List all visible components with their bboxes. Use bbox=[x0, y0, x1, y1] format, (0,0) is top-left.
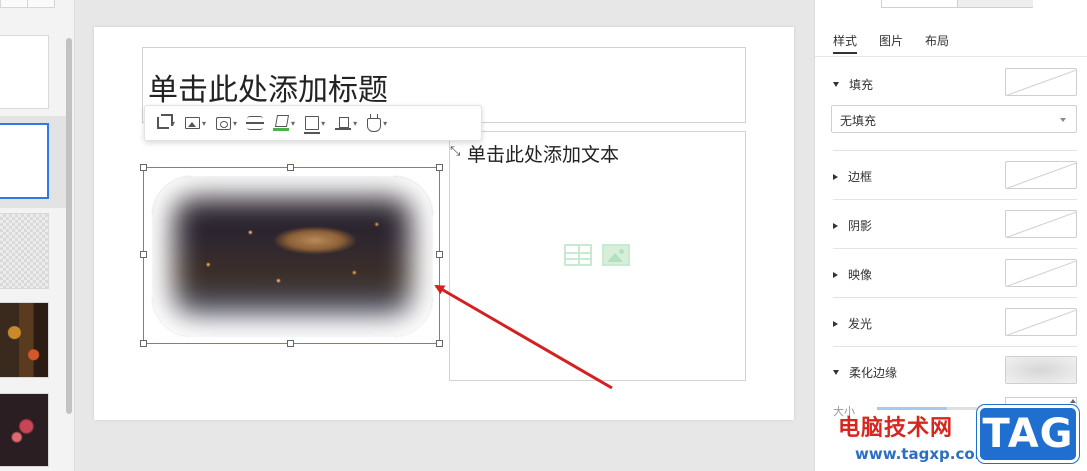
slide-thumbnail[interactable] bbox=[0, 302, 49, 378]
flip-button[interactable] bbox=[246, 111, 265, 135]
watermark-url: www.tagxp.com bbox=[855, 445, 991, 463]
align-button[interactable]: ▾ bbox=[335, 111, 357, 135]
properties-panel: 样式 图片 布局 填充 无填充 边框 阴影 映像 发光 柔化边缘 大小 60磅 bbox=[814, 0, 1087, 471]
fill-type-value: 无填充 bbox=[840, 114, 877, 128]
divider bbox=[833, 199, 1077, 200]
reflection-section-header[interactable]: 映像 bbox=[833, 266, 872, 283]
resize-anchor-icon: ⤡ bbox=[450, 144, 461, 159]
resize-handle-bottom-left[interactable] bbox=[140, 340, 147, 347]
outline-color-button[interactable]: ▾ bbox=[273, 111, 295, 135]
selected-image[interactable] bbox=[143, 167, 440, 344]
caret-down-icon bbox=[833, 370, 839, 375]
tab-layout[interactable]: 布局 bbox=[925, 32, 949, 54]
insert-picture-icon[interactable] bbox=[602, 244, 630, 266]
resize-handle-left[interactable] bbox=[140, 251, 147, 258]
tab-picture[interactable]: 图片 bbox=[879, 32, 903, 54]
flip-icon bbox=[246, 116, 265, 130]
resize-handle-bottom-right[interactable] bbox=[436, 340, 443, 347]
crop-button[interactable]: ▾ bbox=[157, 111, 175, 135]
panel-tabs: 样式 图片 布局 bbox=[833, 32, 971, 54]
border-button[interactable]: ▾ bbox=[304, 111, 326, 135]
slide-thumbnail[interactable] bbox=[0, 213, 49, 289]
divider bbox=[833, 150, 1077, 151]
change-picture-icon bbox=[216, 116, 232, 130]
chevron-down-icon bbox=[1060, 118, 1066, 122]
resize-handle-top-left[interactable] bbox=[140, 164, 147, 171]
resize-handle-right[interactable] bbox=[436, 251, 443, 258]
segment-left[interactable] bbox=[882, 0, 958, 7]
glow-swatch[interactable] bbox=[1005, 308, 1077, 336]
soft-edges-section-header[interactable]: 柔化边缘 bbox=[833, 364, 897, 381]
caret-down-icon bbox=[833, 82, 839, 87]
caret-right-icon bbox=[833, 320, 838, 327]
thumbnail-scrollbar[interactable] bbox=[66, 38, 72, 414]
fill-label: 填充 bbox=[849, 78, 874, 92]
watermark-tag-logo: TAG bbox=[977, 405, 1079, 463]
shadow-section-header[interactable]: 阴影 bbox=[833, 217, 872, 234]
divider bbox=[833, 248, 1077, 249]
title-placeholder-text[interactable]: 单击此处添加标题 bbox=[148, 65, 388, 109]
divider bbox=[27, 0, 28, 7]
soft-edges-preview[interactable] bbox=[1005, 356, 1077, 384]
spin-up-icon[interactable] bbox=[1070, 399, 1076, 403]
fill-color-swatch[interactable] bbox=[1005, 68, 1077, 96]
picture-button[interactable]: ▾ bbox=[185, 111, 206, 135]
watermark-site-name: 电脑技术网 bbox=[838, 416, 954, 441]
soft-edges-label: 柔化边缘 bbox=[849, 366, 898, 380]
caret-right-icon bbox=[833, 222, 838, 229]
insert-table-icon[interactable] bbox=[564, 244, 592, 266]
reflection-label: 映像 bbox=[848, 268, 873, 282]
chevron-down-icon: ▾ bbox=[383, 118, 388, 128]
shadow-swatch[interactable] bbox=[1005, 210, 1077, 238]
content-placeholder-text[interactable]: 单击此处添加文本 bbox=[467, 140, 619, 167]
reflection-swatch[interactable] bbox=[1005, 259, 1077, 287]
border-label: 边框 bbox=[848, 170, 873, 184]
chevron-down-icon: ▾ bbox=[233, 118, 238, 128]
caret-right-icon bbox=[833, 173, 838, 180]
resize-handle-bottom[interactable] bbox=[287, 340, 294, 347]
chevron-down-icon: ▾ bbox=[353, 118, 358, 128]
resize-handle-top-right[interactable] bbox=[436, 164, 443, 171]
chevron-down-icon: ▾ bbox=[291, 118, 296, 128]
fill-section-header[interactable]: 填充 bbox=[833, 76, 873, 93]
border-section-header[interactable]: 边框 bbox=[833, 168, 872, 185]
glow-section-header[interactable]: 发光 bbox=[833, 315, 872, 332]
slide-thumbnail[interactable] bbox=[0, 393, 49, 467]
chevron-down-icon: ▾ bbox=[321, 118, 326, 128]
caret-right-icon bbox=[833, 271, 838, 278]
thumbnail-toolbar-stub[interactable] bbox=[0, 0, 55, 8]
divider bbox=[833, 297, 1077, 298]
content-placeholder-box[interactable]: ⤡ 单击此处添加文本 bbox=[449, 131, 746, 381]
align-icon bbox=[335, 115, 352, 131]
pen-icon bbox=[273, 115, 290, 131]
panel-segment-switch[interactable] bbox=[881, 0, 1033, 8]
slide-thumbnail-panel bbox=[0, 0, 75, 471]
fill-type-select[interactable]: 无填充 bbox=[831, 105, 1077, 133]
crop-icon bbox=[157, 114, 173, 129]
image-quick-toolbar: ▾ ▾ ▾ ▾ ▾ ▾ ▾ bbox=[144, 105, 482, 141]
segment-right[interactable] bbox=[958, 0, 1033, 7]
shadow-label: 阴影 bbox=[848, 219, 873, 233]
tab-style[interactable]: 样式 bbox=[833, 32, 858, 54]
chevron-down-icon: ▾ bbox=[202, 118, 207, 128]
divider bbox=[815, 56, 1087, 57]
plugin-button[interactable]: ▾ bbox=[367, 111, 387, 135]
slide-thumbnail[interactable] bbox=[0, 35, 49, 109]
resize-handle-top[interactable] bbox=[287, 164, 294, 171]
night-city-photo[interactable] bbox=[152, 176, 433, 337]
glow-label: 发光 bbox=[848, 317, 873, 331]
divider bbox=[833, 346, 1077, 347]
change-picture-button[interactable]: ▾ bbox=[216, 111, 237, 135]
plugin-icon bbox=[367, 113, 382, 132]
picture-icon bbox=[185, 117, 201, 129]
border-color-swatch[interactable] bbox=[1005, 161, 1077, 189]
slide-thumbnail-active[interactable] bbox=[0, 123, 49, 199]
border-icon bbox=[304, 116, 321, 134]
